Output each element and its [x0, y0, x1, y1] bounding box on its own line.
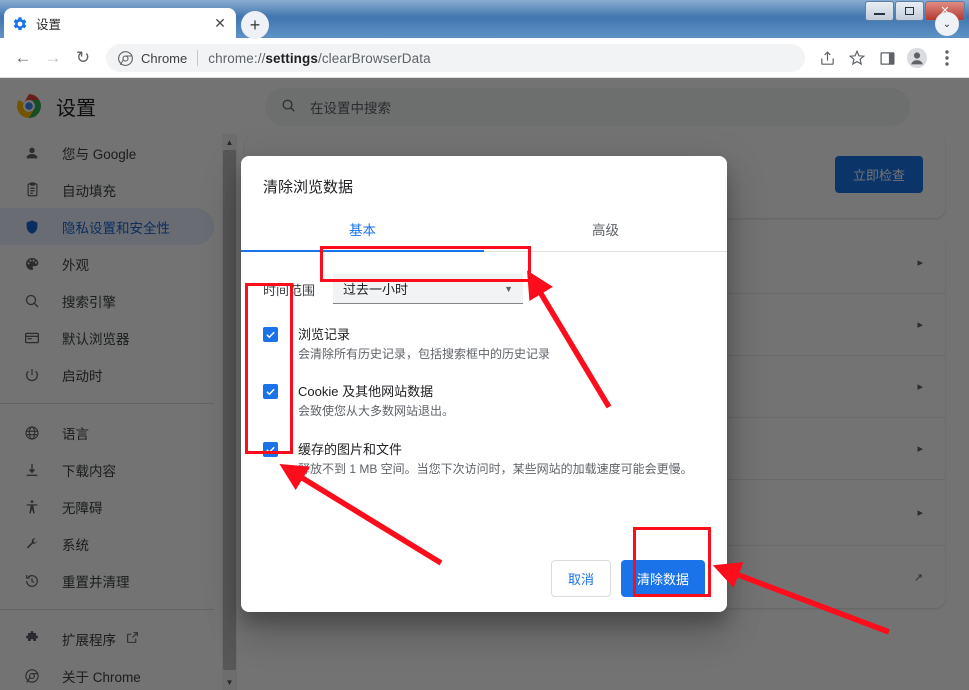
tab-basic[interactable]: 基本 — [241, 211, 484, 251]
option-text: 浏览记录 会清除所有历史记录，包括搜索框中的历史记录 — [298, 324, 550, 363]
option-cached-images[interactable]: 缓存的图片和文件 释放不到 1 MB 空间。当您下次访问时，某些网站的加载速度可… — [263, 439, 705, 478]
side-panel-icon[interactable] — [873, 44, 901, 72]
browser-tab-settings[interactable]: 设置 ✕ — [4, 8, 236, 39]
option-subtitle: 会致使您从大多数网站退出。 — [298, 404, 455, 419]
option-cookies[interactable]: Cookie 及其他网站数据 会致使您从大多数网站退出。 — [263, 381, 705, 420]
omnibox-chip-label: Chrome — [141, 50, 188, 66]
chevron-down-icon[interactable]: ⌄ — [935, 12, 959, 36]
back-button[interactable]: ← — [8, 43, 38, 73]
time-range-highlight-box — [320, 246, 531, 282]
gear-icon — [12, 16, 28, 32]
checkboxes-highlight-box — [245, 283, 293, 454]
clear-data-highlight-box — [633, 527, 711, 597]
omnibox-url: chrome://settings/clearBrowserData — [208, 51, 430, 66]
option-browsing-history[interactable]: 浏览记录 会清除所有历史记录，包括搜索框中的历史记录 — [263, 324, 705, 363]
omnibox-separator — [197, 50, 199, 66]
url-prefix: chrome:// — [208, 50, 266, 66]
cancel-button[interactable]: 取消 — [550, 559, 611, 597]
option-subtitle: 会清除所有历史记录，包括搜索框中的历史记录 — [298, 347, 551, 361]
toolbar-icon-group — [813, 44, 961, 72]
browser-toolbar: ← → ↻ Chrome chrome://settings/clearBrow… — [0, 39, 969, 78]
option-text: Cookie 及其他网站数据 会致使您从大多数网站退出。 — [298, 381, 454, 420]
reload-button[interactable]: ↻ — [68, 43, 98, 73]
dialog-title: 清除浏览数据 — [263, 179, 354, 196]
option-title: Cookie 及其他网站数据 — [298, 384, 434, 400]
tab-title: 设置 — [36, 18, 62, 32]
address-bar[interactable]: Chrome chrome://settings/clearBrowserDat… — [106, 44, 805, 72]
browser-window: ✕ 设置 ✕ + ⌄ ← → ↻ Chrome chrome://setting… — [0, 0, 969, 690]
profile-avatar-icon[interactable] — [903, 44, 931, 72]
three-dot-menu-icon[interactable] — [933, 44, 961, 72]
option-text: 缓存的图片和文件 释放不到 1 MB 空间。当您下次访问时，某些网站的加载速度可… — [298, 439, 693, 478]
bookmark-star-icon[interactable] — [843, 44, 871, 72]
chevron-down-icon: ▼ — [504, 283, 514, 294]
chrome-icon — [118, 50, 133, 66]
option-title: 浏览记录 — [298, 327, 351, 342]
tab-strip: 设置 ✕ + ⌄ — [0, 8, 969, 39]
close-icon[interactable]: ✕ — [212, 15, 228, 32]
url-suffix: /clearBrowserData — [317, 50, 431, 66]
forward-button[interactable]: → — [38, 43, 68, 73]
option-title: 缓存的图片和文件 — [298, 441, 403, 457]
tab-advanced[interactable]: 高级 — [484, 211, 727, 251]
option-subtitle: 释放不到 1 MB 空间。当您下次访问时，某些网站的加载速度可能会更慢。 — [298, 461, 693, 476]
url-bold: settings — [265, 50, 318, 66]
new-tab-button[interactable]: + — [241, 11, 269, 39]
share-icon[interactable] — [813, 44, 841, 72]
dialog-body: 时间范围 过去一小时 ▼ 浏览记录 会清除所有历史记录，包括搜索框中的历史记录 — [241, 252, 727, 478]
